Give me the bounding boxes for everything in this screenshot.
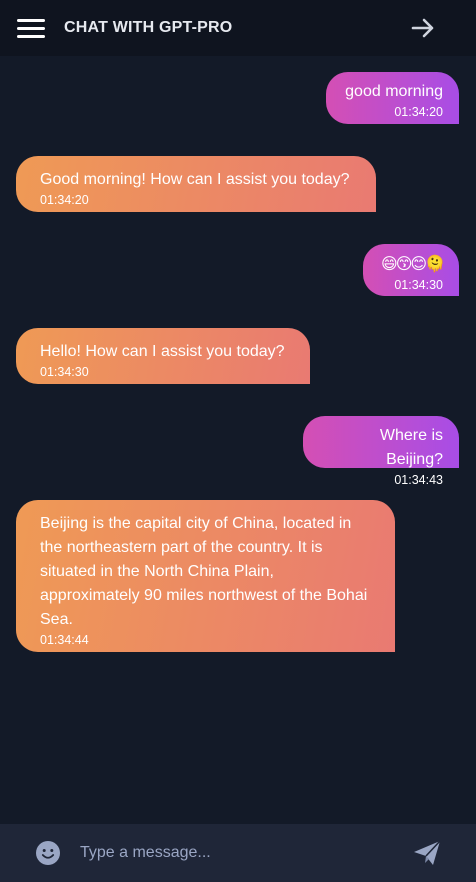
message-text: Good morning! How can I assist you today… xyxy=(40,171,350,188)
composer-bar xyxy=(0,824,476,882)
arrow-right-icon[interactable] xyxy=(411,17,435,39)
message-time: 01:34:43 xyxy=(394,473,443,487)
user-message: Where is Beijing? 01:34:43 xyxy=(303,416,459,487)
message-text: Where is Beijing? xyxy=(379,427,443,468)
message-time: 01:34:30 xyxy=(394,278,443,292)
message-time: 01:34:44 xyxy=(40,633,89,647)
message-input[interactable] xyxy=(80,838,390,868)
assistant-message: Hello! How can I assist you today? 01:34… xyxy=(16,328,310,384)
message-text: Beijing is the capital city of China, lo… xyxy=(40,515,368,628)
message-time: 01:34:20 xyxy=(40,193,89,207)
chat-app: CHAT WITH GPT-PRO good morning 01:34:20 … xyxy=(0,0,476,882)
page-title: CHAT WITH GPT-PRO xyxy=(64,19,233,36)
assistant-message: Good morning! How can I assist you today… xyxy=(16,156,376,212)
user-message: good morning 01:34:20 xyxy=(326,72,459,124)
hamburger-icon[interactable] xyxy=(17,17,45,41)
message-text: good morning xyxy=(345,83,443,100)
user-message: 😄😙😊🫠 01:34:30 xyxy=(363,244,459,296)
paper-plane-icon[interactable] xyxy=(412,838,442,868)
assistant-message: Beijing is the capital city of China, lo… xyxy=(16,500,395,652)
message-time: 01:34:20 xyxy=(394,105,443,119)
smiley-icon[interactable] xyxy=(36,841,60,865)
message-text: Hello! How can I assist you today? xyxy=(40,343,285,360)
message-text: 😄😙😊🫠 xyxy=(381,254,445,273)
message-time: 01:34:30 xyxy=(40,365,89,379)
header-bar: CHAT WITH GPT-PRO xyxy=(0,0,476,56)
